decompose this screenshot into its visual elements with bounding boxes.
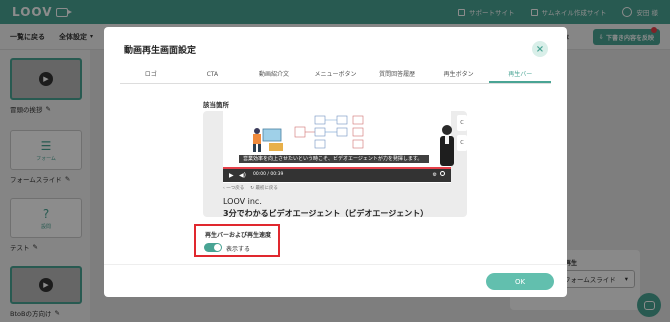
tab-video-intro[interactable]: 動画紹介文	[243, 68, 305, 83]
toggle-knob	[214, 244, 221, 251]
playback-bar-setting: 再生バーおよび再生速度 表示する	[194, 224, 280, 257]
setting-title: 再生バーおよび再生速度	[205, 232, 272, 239]
video-headline: 3分でわかるビデオエージェント（ビデオエージェント）	[223, 209, 429, 217]
toggle-label: 表示する	[226, 246, 251, 253]
preview-side-buttons: C C	[457, 115, 467, 151]
first-link[interactable]: ↻ 最初に戻る	[250, 185, 278, 191]
modal-title: 動画再生画面設定	[124, 46, 197, 56]
playback-progress	[223, 167, 451, 169]
time-display: 00:00 / 00:39	[253, 172, 284, 177]
illustration-person-icon	[253, 128, 283, 152]
company-name: LOOV inc.	[223, 197, 262, 206]
presenter-icon	[440, 125, 454, 166]
tab-logo[interactable]: ロゴ	[120, 68, 182, 83]
tab-qa-history[interactable]: 質問回答履歴	[366, 68, 428, 83]
side-button[interactable]: C	[457, 135, 467, 151]
close-icon: ×	[535, 43, 545, 55]
player-preview: 営業効率を向上させたいという時こそ、ビデオエージェントが力を発揮します。 ▶ ◀…	[203, 111, 467, 217]
side-button[interactable]: C	[457, 115, 467, 131]
player-settings-modal: 動画再生画面設定 × ロゴ CTA 動画紹介文 メニューボタン 質問回答履歴 再…	[104, 27, 567, 297]
playback-bar[interactable]: ▶ ◀) 00:00 / 00:39 ⚙	[223, 167, 451, 182]
flow-diagram-icon	[294, 115, 364, 149]
close-button[interactable]: ×	[532, 41, 548, 57]
volume-icon[interactable]: ◀)	[239, 172, 246, 179]
tab-cta[interactable]: CTA	[182, 68, 244, 83]
tab-play-button[interactable]: 再生ボタン	[428, 68, 490, 83]
subtitle-text: 営業効率を向上させたいという時こそ、ビデオエージェントが力を発揮します。	[239, 155, 429, 163]
tab-playback-bar[interactable]: 再生バー	[489, 68, 552, 83]
fullscreen-icon	[440, 171, 445, 176]
section-label: 該当箇所	[203, 101, 229, 109]
prev-link[interactable]: ‹ 一つ戻る	[223, 185, 244, 191]
play-icon[interactable]: ▶	[229, 172, 234, 179]
preview-nav: ‹ 一つ戻る ↻ 最初に戻る	[223, 185, 278, 191]
footer-divider	[104, 264, 567, 265]
speed-control[interactable]: ⚙	[433, 171, 445, 178]
show-toggle[interactable]	[204, 243, 222, 252]
ok-button[interactable]: OK	[486, 273, 554, 290]
settings-tabs: ロゴ CTA 動画紹介文 メニューボタン 質問回答履歴 再生ボタン 再生バー	[120, 68, 552, 84]
tab-menu-button[interactable]: メニューボタン	[305, 68, 367, 83]
